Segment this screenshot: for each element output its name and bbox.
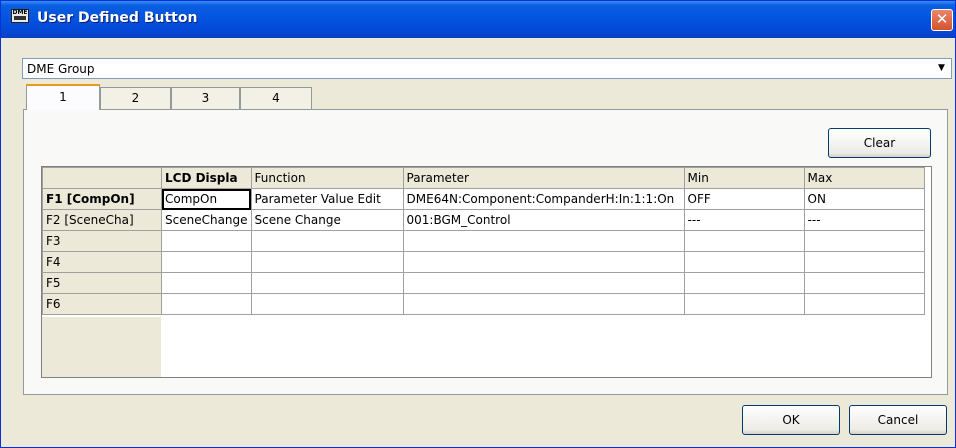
tab-3[interactable]: 3 [171, 87, 240, 109]
table-cell[interactable] [402, 251, 685, 273]
table-cell[interactable] [402, 293, 685, 315]
table-cell[interactable]: OFF [683, 188, 805, 210]
row-header[interactable]: F5 [42, 272, 162, 294]
row-header[interactable]: F4 [42, 251, 162, 273]
group-dropdown[interactable]: DME Group ▼ [22, 58, 952, 79]
table-row: F2 [SceneCha] SceneChange Scene Change 0… [42, 209, 925, 231]
column-header-parameter[interactable]: Parameter [402, 167, 685, 189]
cancel-button[interactable]: Cancel [849, 405, 947, 435]
table-row: F4 [42, 251, 925, 273]
title-bar[interactable]: DME User Defined Button ✕ [1, 1, 955, 38]
table-cell[interactable]: SceneChange [161, 209, 252, 231]
table-cell[interactable] [803, 230, 925, 252]
table-cell[interactable] [683, 251, 805, 273]
row-header[interactable]: F6 [42, 293, 162, 315]
column-header-function[interactable]: Function [250, 167, 404, 189]
table-cell[interactable]: 001:BGM_Control [402, 209, 685, 231]
column-header-lcd-display[interactable]: LCD Displa [161, 167, 252, 189]
table-cell[interactable] [161, 230, 252, 252]
table-cell[interactable] [250, 230, 404, 252]
table-cell[interactable] [402, 230, 685, 252]
clear-button[interactable]: Clear [828, 128, 931, 158]
table-cell[interactable] [803, 251, 925, 273]
tab-2[interactable]: 2 [100, 87, 171, 109]
tab-1[interactable]: 1 [26, 84, 100, 110]
button-table: LCD Displa Function Parameter Min Max F1… [42, 167, 925, 315]
table-cell[interactable]: Scene Change [250, 209, 404, 231]
table-cell[interactable]: ON [803, 188, 925, 210]
table-cell[interactable] [161, 251, 252, 273]
column-header-min[interactable]: Min [683, 167, 805, 189]
row-header[interactable]: F2 [SceneCha] [42, 209, 162, 231]
table-row: F1 [CompOn] CompOn Parameter Value Edit … [42, 188, 925, 210]
table-cell[interactable] [683, 293, 805, 315]
table-cell[interactable] [683, 272, 805, 294]
table-cell[interactable]: DME64N:Component:CompanderH:In:1:1:On [402, 188, 685, 210]
grid-corner [42, 167, 162, 189]
column-header-max[interactable]: Max [803, 167, 925, 189]
table-cell[interactable] [161, 272, 252, 294]
row-header[interactable]: F3 [42, 230, 162, 252]
row-header[interactable]: F1 [CompOn] [42, 188, 162, 210]
row-header-filler [42, 317, 161, 377]
table-cell[interactable]: --- [683, 209, 805, 231]
table-cell[interactable] [250, 251, 404, 273]
close-icon[interactable]: ✕ [931, 9, 953, 31]
dme-app-icon[interactable]: DME [11, 9, 29, 23]
table-cell[interactable] [250, 272, 404, 294]
tab-4[interactable]: 4 [240, 87, 312, 109]
table-cell[interactable] [402, 272, 685, 294]
chevron-down-icon[interactable]: ▼ [933, 60, 950, 77]
table-cell[interactable] [683, 230, 805, 252]
table-cell[interactable]: CompOn [161, 188, 252, 210]
table-row: F3 [42, 230, 925, 252]
ok-button[interactable]: OK [742, 405, 840, 435]
window-title: User Defined Button [37, 10, 198, 26]
button-grid: LCD Displa Function Parameter Min Max F1… [41, 166, 932, 378]
table-cell[interactable]: --- [803, 209, 925, 231]
dialog-window: DME User Defined Button ✕ DME Group ▼ 1 … [0, 0, 956, 448]
table-cell[interactable]: Parameter Value Edit [250, 188, 404, 210]
table-row: F6 [42, 293, 925, 315]
group-dropdown-value: DME Group [27, 62, 95, 76]
table-row: F5 [42, 272, 925, 294]
table-header-row: LCD Displa Function Parameter Min Max [42, 167, 925, 189]
table-cell[interactable] [161, 293, 252, 315]
table-cell[interactable] [250, 293, 404, 315]
table-cell[interactable] [803, 293, 925, 315]
table-cell[interactable] [803, 272, 925, 294]
